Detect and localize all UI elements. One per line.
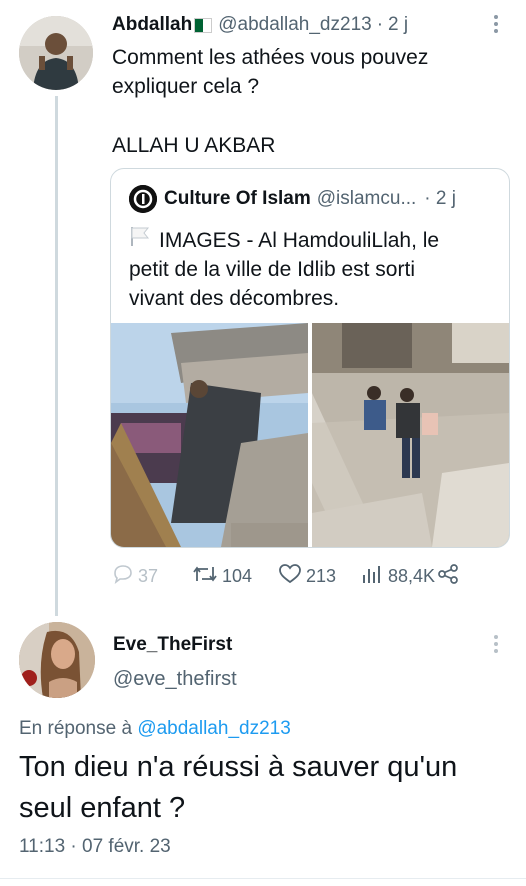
divider (0, 878, 526, 879)
reply-author-handle[interactable]: @eve_thefirst (113, 668, 237, 691)
in-reply-handle-link[interactable]: @abdallah_dz213 (137, 718, 290, 739)
in-reply-to: En réponse à @abdallah_dz213 (19, 718, 291, 740)
reply-count: 37 (138, 566, 159, 586)
separator: · (376, 14, 384, 35)
reply-author-name-text: Eve_TheFirst (113, 634, 233, 655)
quoted-text: IMAGES - Al HamdouliLlah, le petit de la… (129, 225, 499, 313)
tweet-text-line: Comment les athées vous pouvez (112, 46, 429, 69)
tweet-text: Comment les athées vous pouvez expliquer… (112, 43, 428, 101)
quoted-text-line: vivant des décombres. (129, 287, 340, 310)
quoted-photo-2[interactable] (312, 323, 509, 547)
white-flag-icon (129, 225, 151, 255)
reply-author-name[interactable]: Eve_TheFirst (113, 634, 232, 656)
like-count: 213 (306, 566, 337, 586)
in-reply-prefix: En réponse à (19, 718, 133, 739)
tweet-time[interactable]: 2 j (388, 14, 408, 36)
reply-text-line: seul enfant ? (19, 792, 186, 824)
reply-timestamp[interactable]: 11:13 · 07 févr. 23 (19, 836, 171, 858)
author-avatar[interactable] (19, 16, 93, 90)
heart-icon (278, 563, 306, 590)
reply-button[interactable]: 37 (112, 563, 158, 590)
more-options-icon[interactable] (490, 14, 502, 41)
reply-icon (112, 563, 138, 590)
reply-author-avatar[interactable] (19, 622, 95, 698)
retweet-count: 104 (222, 566, 253, 586)
tweet-text-line: expliquer cela ? (112, 75, 260, 98)
reply-more-options-icon[interactable] (490, 634, 502, 661)
bar-chart-icon (360, 563, 388, 590)
like-button[interactable]: 213 (278, 563, 336, 590)
share-icon[interactable] (437, 563, 463, 590)
tweet-header: Abdallah @abdallah_dz213 · 2 j (112, 14, 408, 36)
tweet-text-line: ALLAH U AKBAR (112, 134, 276, 157)
author-handle[interactable]: @abdallah_dz213 (218, 14, 371, 36)
views-count: 88,4K (388, 566, 436, 586)
retweet-icon (192, 563, 222, 590)
author-name[interactable]: Abdallah (112, 14, 192, 36)
quoted-tweet-card[interactable]: Culture Of Islam @islamcu... · 2 j IMAGE… (110, 168, 510, 548)
quoted-author-name[interactable]: Culture Of Islam (164, 188, 311, 210)
algeria-flag-icon (194, 17, 213, 33)
views-button[interactable]: 88,4K (360, 563, 463, 590)
quoted-photo-1[interactable] (111, 323, 308, 547)
quoted-author-handle[interactable]: @islamcu... (317, 188, 417, 210)
quoted-text-line: IMAGES - Al HamdouliLlah, le (159, 228, 440, 252)
quoted-time[interactable]: · 2 j (424, 188, 456, 210)
reply-text: Ton dieu n'a réussi à sauver qu'un seul … (19, 747, 457, 829)
thread-line (55, 96, 58, 616)
quoted-header: Culture Of Islam @islamcu... · 2 j (129, 185, 456, 213)
retweet-button[interactable]: 104 (192, 563, 252, 590)
quoted-avatar-icon[interactable] (129, 185, 157, 213)
reply-text-line: Ton dieu n'a réussi à sauver qu'un (19, 751, 458, 783)
quoted-text-line: petit de la ville de Idlib est sorti (129, 258, 415, 281)
